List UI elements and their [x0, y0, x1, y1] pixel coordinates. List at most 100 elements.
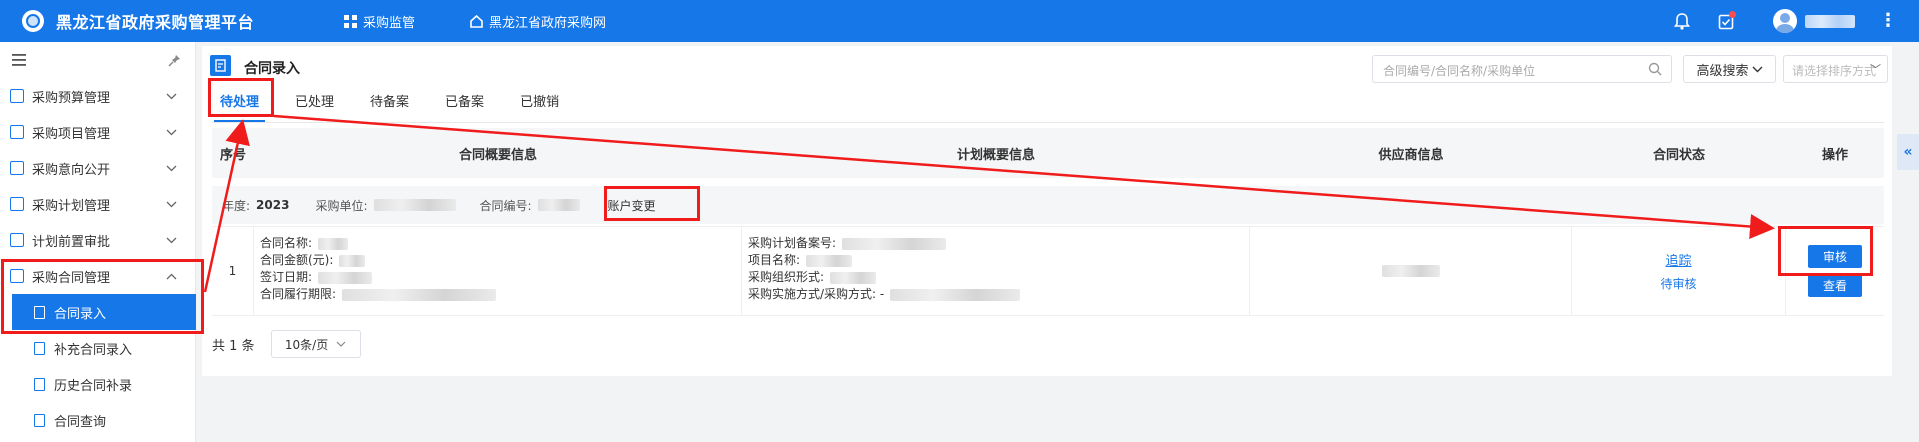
- row-index: 1: [212, 227, 254, 315]
- contract-amount-label: 合同金额(元):: [260, 253, 334, 267]
- status-cell: 追踪 待审核: [1572, 227, 1786, 315]
- view-button[interactable]: 查看: [1808, 274, 1862, 297]
- year-label: 年度:: [222, 198, 251, 213]
- sidebar-item-label: 计划前置审批: [32, 234, 111, 250]
- sidebar-subitem-supplementary-contract[interactable]: 补充合同录入: [0, 330, 195, 366]
- track-link[interactable]: 追踪: [1665, 250, 1691, 269]
- col-contract-summary: 合同概要信息: [458, 147, 537, 163]
- document-edit-icon: [34, 341, 45, 355]
- advanced-search-button[interactable]: 高级搜索: [1683, 55, 1776, 83]
- tab-divider: [212, 122, 1884, 123]
- pagination: 共 1 条 10条/页: [212, 330, 361, 358]
- procurement-method-label: 采购实施方式/采购方式: -: [748, 287, 885, 301]
- organization-form-label: 采购组织形式:: [748, 270, 825, 284]
- sort-select[interactable]: 请选择排序方式 ﹀: [1783, 55, 1888, 83]
- search-placeholder: 合同编号/合同名称/采购单位: [1383, 64, 1536, 78]
- plan-icon: [10, 197, 24, 211]
- plan-summary-cell: 采购计划备案号: 项目名称: 采购组织形式: 采购实施方式/采购方式: -: [742, 227, 1250, 315]
- page-size-select[interactable]: 10条/页: [270, 330, 361, 358]
- sidebar-item-label: 采购意向公开: [32, 162, 111, 178]
- unit-label: 采购单位:: [315, 198, 368, 213]
- chevron-down-icon: [166, 197, 177, 212]
- blurred-value: [318, 237, 349, 250]
- intent-icon: [10, 161, 24, 175]
- col-actions: 操作: [1821, 147, 1848, 163]
- notification-dot: [1729, 11, 1736, 18]
- sidebar-item-project[interactable]: 采购项目管理: [0, 114, 195, 150]
- col-supplier: 供应商信息: [1378, 147, 1444, 163]
- performance-period-label: 合同履行期限:: [260, 287, 337, 301]
- record-group-header: 年度: 2023 采购单位: 合同编号: 账户变更: [212, 186, 1884, 224]
- col-index: 序号: [219, 147, 246, 163]
- sidebar-item-pre-approval[interactable]: 计划前置审批: [0, 222, 195, 258]
- nav-procurement-website[interactable]: 黑龙江省政府采购网: [470, 12, 606, 31]
- username-blurred: [1805, 14, 1855, 28]
- chevron-down-icon: [166, 89, 177, 104]
- sidebar-subitem-label: 合同查询: [54, 414, 107, 430]
- tab-filed[interactable]: 已备案: [445, 82, 484, 112]
- chevron-down-icon: [1752, 66, 1762, 72]
- top-navigation-bar: 黑龙江省政府采购管理平台 采购监管 黑龙江省政府采购网 ⋮: [0, 0, 1919, 42]
- sidebar: 采购预算管理 采购项目管理 采购意向公开 采购计划管理 计划前置审批 采购合同管…: [0, 42, 196, 442]
- contract-no-label: 合同编号:: [479, 198, 532, 213]
- sidebar-item-budget[interactable]: 采购预算管理: [0, 78, 195, 114]
- blurred-value: [890, 288, 1021, 301]
- col-contract-status: 合同状态: [1652, 147, 1705, 163]
- content-panel: 合同录入 合同编号/合同名称/采购单位 高级搜索 请选择排序方式 ﹀ 待处理 已…: [202, 46, 1892, 376]
- bell-icon[interactable]: [1671, 10, 1693, 32]
- sidebar-item-intent[interactable]: 采购意向公开: [0, 150, 195, 186]
- project-icon: [10, 125, 24, 139]
- home-icon: [470, 14, 483, 28]
- collapse-panel-icon[interactable]: «: [1897, 134, 1919, 170]
- stamp-icon: [10, 233, 24, 247]
- more-icon[interactable]: ⋮: [1879, 12, 1897, 30]
- document-search-icon: [34, 413, 45, 427]
- sidebar-subitem-contract-query[interactable]: 合同查询: [0, 402, 195, 438]
- sidebar-item-label: 采购计划管理: [32, 198, 111, 214]
- emblem-logo-icon: [22, 10, 44, 32]
- sidebar-item-plan[interactable]: 采购计划管理: [0, 186, 195, 222]
- blurred-value: [830, 271, 877, 284]
- user-avatar-icon[interactable]: [1773, 9, 1797, 33]
- chevron-down-icon: [166, 161, 177, 176]
- chevron-down-icon: [166, 233, 177, 248]
- table-header: 序号 合同概要信息 计划概要信息 供应商信息 合同状态 操作: [212, 128, 1884, 178]
- advanced-search-label: 高级搜索: [1696, 63, 1749, 79]
- sidebar-subitem-label: 历史合同补录: [54, 378, 133, 394]
- supplier-cell: [1250, 227, 1572, 315]
- document-edit-icon: [210, 55, 231, 76]
- hamburger-menu-icon[interactable]: [12, 54, 26, 66]
- col-plan-summary: 计划概要信息: [956, 147, 1035, 163]
- sign-date-label: 签订日期:: [260, 270, 313, 284]
- tab-to-file[interactable]: 待备案: [370, 82, 409, 112]
- annotation-box-contract-menu: [1, 259, 204, 334]
- contract-name-label: 合同名称:: [260, 236, 313, 250]
- chevron-down-icon: ﹀: [1870, 63, 1881, 76]
- search-icon[interactable]: [1648, 62, 1662, 76]
- annotation-box-account-change: [604, 186, 700, 221]
- tab-processed[interactable]: 已处理: [295, 82, 334, 112]
- document-edit-icon: [34, 377, 45, 391]
- main-content: 合同录入 合同编号/合同名称/采购单位 高级搜索 请选择排序方式 ﹀ 待处理 已…: [198, 42, 1919, 442]
- pin-icon[interactable]: [168, 54, 181, 67]
- chevron-down-icon: [336, 341, 346, 347]
- app-title: 黑龙江省政府采购管理平台: [56, 13, 255, 32]
- search-input[interactable]: 合同编号/合同名称/采购单位: [1372, 55, 1672, 83]
- annotation-box-review-button: [1778, 226, 1873, 276]
- nav-label: 采购监管: [363, 15, 416, 31]
- blurred-value: [342, 288, 497, 301]
- contract-no-blurred: [537, 199, 580, 211]
- status-pending-review: 待审核: [1660, 277, 1697, 291]
- plan-filing-no-label: 采购计划备案号:: [748, 236, 837, 250]
- nav-procurement-supervision[interactable]: 采购监管: [344, 12, 415, 31]
- tab-revoked[interactable]: 已撤销: [520, 82, 559, 112]
- sidebar-subitem-label: 补充合同录入: [54, 342, 133, 358]
- checklist-icon[interactable]: [1715, 10, 1737, 32]
- blurred-value: [339, 254, 366, 267]
- nav-label: 黑龙江省政府采购网: [489, 15, 607, 31]
- sidebar-item-label: 采购预算管理: [32, 90, 111, 106]
- sidebar-subitem-history-contract[interactable]: 历史合同补录: [0, 366, 195, 402]
- year-value: 2023: [256, 198, 290, 212]
- sort-placeholder: 请选择排序方式: [1792, 64, 1877, 78]
- status-tabs: 待处理 已处理 待备案 已备案 已撤销: [213, 82, 595, 122]
